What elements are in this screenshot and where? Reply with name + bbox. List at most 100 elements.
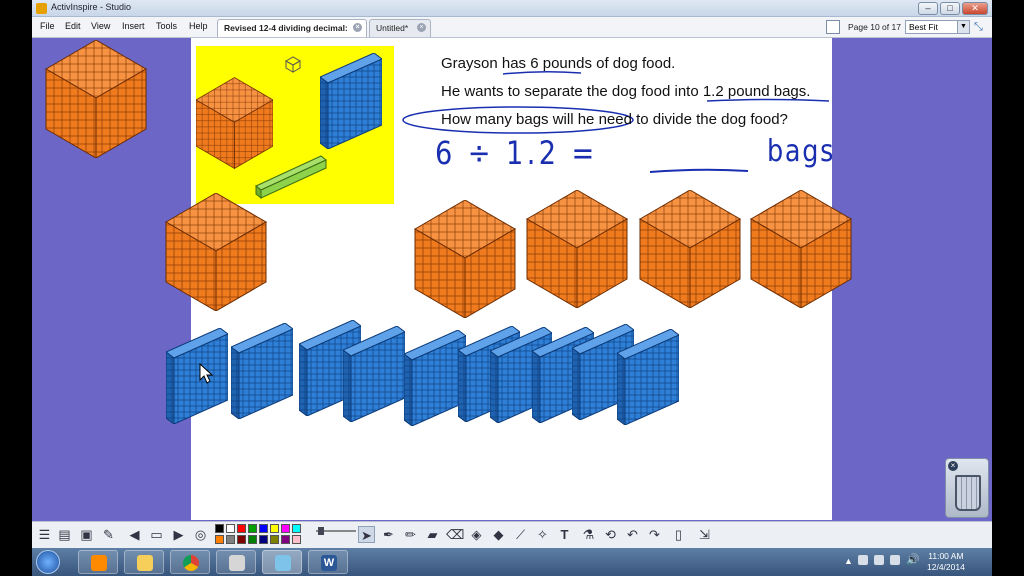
color-palette [215, 524, 315, 546]
text-run: . [806, 83, 811, 100]
color-swatch[interactable] [292, 535, 301, 544]
text-run: Grayson has [441, 55, 531, 72]
collapse-toolbox-icon[interactable]: ⇲ [696, 526, 713, 543]
fullscreen-icon[interactable]: ⤡ [974, 21, 988, 33]
app-window: ActivInspire - Studio – □ ✕ File Edit Vi… [32, 0, 992, 576]
start-button[interactable] [36, 550, 60, 574]
color-swatch[interactable] [248, 535, 257, 544]
circled-text: How many bags will he need [441, 111, 632, 128]
main-menu-icon[interactable]: ☰ [36, 526, 53, 543]
color-swatch[interactable] [259, 524, 268, 533]
base-ten-cube[interactable] [45, 40, 147, 158]
taskbar-word[interactable]: W [308, 550, 348, 574]
chrome-icon [183, 555, 199, 571]
color-swatch[interactable] [281, 524, 290, 533]
slider-handle[interactable] [318, 527, 324, 535]
page-extension-icon[interactable]: ▯ [670, 526, 687, 543]
pen-width-slider[interactable] [316, 527, 356, 535]
previous-page-icon[interactable]: ◀ [126, 526, 143, 543]
magic-ink-icon[interactable]: ✧ [534, 526, 551, 543]
zoom-select[interactable]: Best Fit ▼ [905, 20, 970, 34]
new-page-icon[interactable]: ▭ [148, 526, 165, 543]
color-swatch[interactable] [226, 535, 235, 544]
taskbar-activinspire[interactable] [216, 550, 256, 574]
taskbar: W ▲ 🔊 11:00 AM 12/4/2014 [32, 548, 992, 576]
color-swatch[interactable] [215, 535, 224, 544]
color-swatch[interactable] [248, 524, 257, 533]
color-swatch[interactable] [270, 535, 279, 544]
handwritten-unit: bags [767, 134, 836, 169]
network-icon[interactable] [874, 555, 884, 565]
taskbar-media-player[interactable] [78, 550, 118, 574]
fill-tool-icon[interactable]: ◈ [468, 526, 485, 543]
volume-icon[interactable]: 🔊 [906, 553, 920, 566]
highlighter-tool-icon[interactable]: ▰ [424, 526, 441, 543]
taskbar-file-explorer[interactable] [124, 550, 164, 574]
signal-icon[interactable] [890, 555, 900, 565]
minimize-button[interactable]: – [918, 2, 938, 15]
tab-revised-dividing-decimals[interactable]: Revised 12-4 dividing decimal: × [217, 19, 367, 37]
text-tool-icon[interactable]: T [556, 526, 573, 543]
question-line-1: Grayson has 6 pounds of dog food. [441, 55, 675, 72]
undo-icon[interactable]: ↶ [624, 526, 641, 543]
play-icon[interactable]: ▶ [170, 526, 187, 543]
handwritten-equation: 6 ÷ 1.2 = [435, 134, 598, 172]
eraser-tool-icon[interactable]: ⌫ [446, 526, 464, 543]
menu-insert[interactable]: Insert [122, 21, 145, 31]
zoom-value: Best Fit [909, 22, 938, 32]
action-center-icon[interactable] [858, 555, 868, 565]
text-run: He wants to separate the dog food into [441, 83, 703, 100]
taskbar-chrome[interactable] [170, 550, 210, 574]
pen-tool-icon[interactable]: ✒ [380, 526, 397, 543]
color-swatch[interactable] [237, 524, 246, 533]
browser-icon[interactable]: ▤ [56, 526, 73, 543]
web-browser-icon[interactable]: ◎ [192, 526, 209, 543]
color-swatch[interactable] [292, 524, 301, 533]
menu-bar: File Edit View Insert Tools Help Revised… [32, 17, 992, 38]
pencil-tool-icon[interactable]: ✏ [402, 526, 419, 543]
redo-icon[interactable]: ↷ [646, 526, 663, 543]
page-browser-icon[interactable] [826, 20, 840, 34]
taskbar-paint[interactable] [262, 550, 302, 574]
text-run: to divide the dog food? [631, 111, 788, 128]
menu-view[interactable]: View [91, 21, 110, 31]
menu-edit[interactable]: Edit [65, 21, 81, 31]
tab-close-icon[interactable]: × [417, 23, 426, 32]
color-swatch[interactable] [259, 535, 268, 544]
activinspire-icon [229, 555, 245, 571]
folder-icon [137, 555, 153, 571]
system-clock[interactable]: 11:00 AM 12/4/2014 [927, 551, 965, 573]
reset-page-icon[interactable]: ⟲ [602, 526, 619, 543]
show-hidden-icons-icon[interactable]: ▲ [844, 556, 853, 566]
trash-icon[interactable] [955, 475, 981, 511]
tab-untitled[interactable]: Untitled* × [369, 19, 431, 37]
chevron-down-icon[interactable]: ▼ [957, 21, 969, 33]
pen-mode-icon[interactable]: ✎ [100, 526, 117, 543]
title-bar: ActivInspire - Studio – □ ✕ [32, 0, 992, 17]
desktop-annotate-icon[interactable]: ▣ [78, 526, 95, 543]
select-tool-icon[interactable]: ➤ [358, 526, 375, 543]
connector-tool-icon[interactable]: ⟋ [512, 526, 529, 543]
clock-time: 11:00 AM [928, 551, 964, 561]
color-swatch[interactable] [237, 535, 246, 544]
close-icon[interactable]: × [948, 461, 958, 471]
color-swatch[interactable] [226, 524, 235, 533]
color-swatch[interactable] [215, 524, 224, 533]
text-run: of dog food. [591, 55, 676, 72]
tool-palette: ☰ ▤ ▣ ✎ ◀ ▭ ▶ ◎ ➤ ✒ ✏ ▰ ⌫ ◈ ◆ ⟋ ✧ T ⚗ ⟲ … [32, 521, 992, 548]
trash-can-widget[interactable]: × [945, 458, 989, 518]
maximize-button[interactable]: □ [940, 2, 960, 15]
tab-label: Revised 12-4 dividing decimal: [224, 23, 348, 33]
page-indicator: Page 10 of 17 [848, 22, 901, 32]
color-swatch[interactable] [270, 524, 279, 533]
tab-close-icon[interactable]: × [353, 23, 362, 32]
menu-file[interactable]: File [40, 21, 55, 31]
color-swatch[interactable] [281, 535, 290, 544]
tab-label: Untitled* [376, 23, 409, 33]
shape-tool-icon[interactable]: ◆ [490, 526, 507, 543]
close-button[interactable]: ✕ [962, 2, 988, 15]
menu-help[interactable]: Help [189, 21, 208, 31]
word-icon: W [321, 555, 337, 571]
clear-tool-icon[interactable]: ⚗ [580, 526, 597, 543]
menu-tools[interactable]: Tools [156, 21, 177, 31]
